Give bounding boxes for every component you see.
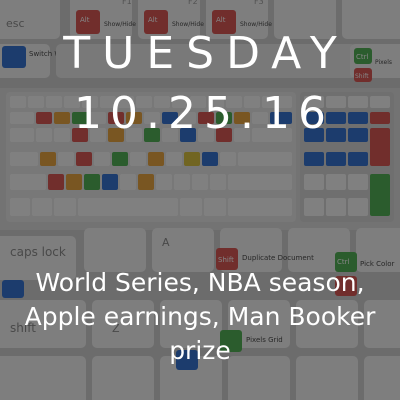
daily-card: esc Alt Show/Hide Layers List F1 Alt Sho… [0, 0, 400, 400]
date-title: 10.25.16 [74, 88, 334, 139]
headline-text: World Series, NBA season, Apple earnings… [24, 268, 376, 365]
text-overlay: TUESDAY 10.25.16 World Series, NBA seaso… [0, 0, 400, 400]
weekday-title: TUESDAY [63, 28, 349, 79]
